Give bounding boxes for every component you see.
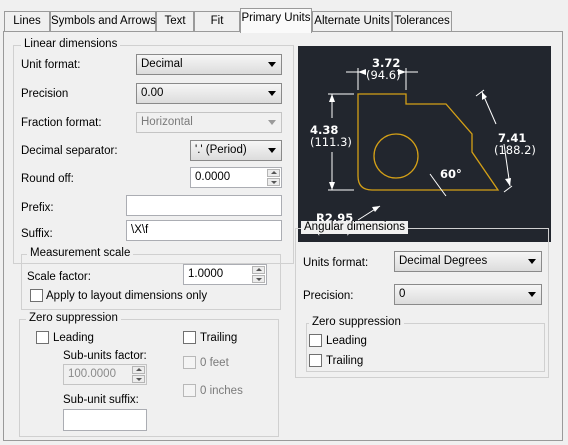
tab-strip: Lines Symbols and Arrows Text Fit Primar… — [0, 0, 568, 33]
tab-alternate-units[interactable]: Alternate Units — [312, 11, 392, 31]
spin-down-icon[interactable] — [252, 275, 265, 283]
prefix-field[interactable] — [126, 195, 282, 216]
tab-fit[interactable]: Fit — [194, 11, 240, 31]
unit-format-value: Decimal — [141, 58, 183, 70]
precision-select[interactable]: 0.00 — [136, 83, 282, 104]
apply-layout-checkbox[interactable] — [30, 289, 43, 302]
decimal-separator-label: Decimal separator: — [21, 145, 118, 157]
preview-dimension-lines — [328, 68, 513, 221]
sub-unit-suffix-label: Sub-unit suffix: — [63, 394, 139, 406]
spin-up-icon[interactable] — [252, 266, 265, 274]
angular-precision-select[interactable]: 0 — [394, 284, 542, 305]
zero-suppression-title: Zero suppression — [26, 312, 121, 325]
suffix-label: Suffix: — [21, 228, 53, 240]
sub-units-factor-label: Sub-units factor: — [63, 350, 147, 362]
sub-units-factor-spinner[interactable] — [132, 366, 145, 383]
preview-drawing: 3.72 (94.6) 4.38 (111.3) 7.41 (188.2) 60… — [310, 56, 536, 237]
angular-trailing-label: Trailing — [326, 355, 364, 367]
spin-down-icon[interactable] — [132, 375, 145, 383]
preview-geometry — [357, 93, 500, 191]
fraction-format-select[interactable]: Horizontal — [136, 112, 282, 133]
zero-feet-label: 0 feet — [200, 357, 229, 369]
units-format-label: Units format: — [303, 257, 369, 269]
angular-leading-checkbox[interactable] — [309, 334, 322, 347]
decimal-separator-value: '.' (Period) — [195, 144, 247, 156]
decimal-separator-select[interactable]: '.' (Period) — [190, 140, 282, 161]
precision-value: 0.00 — [141, 87, 164, 99]
prefix-label: Prefix: — [21, 202, 54, 214]
preview-angle-value: 60° — [440, 167, 462, 181]
tab-symbols-and-arrows[interactable]: Symbols and Arrows — [50, 11, 156, 31]
suffix-field[interactable]: \X\f — [126, 220, 282, 241]
unit-format-label: Unit format: — [21, 59, 81, 71]
leading-checkbox[interactable] — [36, 331, 49, 344]
sub-unit-suffix-field[interactable] — [63, 409, 147, 431]
tab-tolerances[interactable]: Tolerances — [392, 11, 452, 31]
angular-dimensions-title: Angular dimensions — [301, 221, 409, 234]
units-format-value: Decimal Degrees — [399, 255, 488, 267]
chevron-down-icon — [528, 259, 536, 264]
units-format-select[interactable]: Decimal Degrees — [394, 251, 542, 272]
tab-primary-units[interactable]: Primary Units — [240, 8, 312, 33]
measurement-scale-title: Measurement scale — [27, 247, 134, 260]
suffix-value: \X\f — [131, 224, 149, 236]
zero-inches-checkbox[interactable] — [183, 384, 196, 397]
angular-trailing-checkbox[interactable] — [309, 354, 322, 367]
preview-right-alt: (188.2) — [494, 143, 536, 157]
primary-units-page: Linear dimensions Unit format: Decimal P… — [3, 31, 563, 441]
sub-units-factor-field[interactable]: 100.0000 — [63, 364, 147, 385]
preview-labels: 3.72 (94.6) 4.38 (111.3) 7.41 (188.2) 60… — [310, 56, 536, 237]
spin-down-icon[interactable] — [267, 178, 280, 186]
fraction-format-value: Horizontal — [141, 116, 193, 128]
fraction-format-label: Fraction format: — [21, 117, 102, 129]
chevron-down-icon — [268, 148, 276, 153]
linear-dimensions-title: Linear dimensions — [21, 38, 121, 51]
angular-leading-label: Leading — [326, 335, 367, 347]
chevron-down-icon — [268, 120, 276, 125]
round-off-spinner[interactable] — [267, 169, 280, 186]
dimension-preview: 3.72 (94.6) 4.38 (111.3) 7.41 (188.2) 60… — [298, 46, 551, 242]
angular-zero-suppression-title: Zero suppression — [309, 316, 404, 329]
zero-inches-label: 0 inches — [200, 385, 243, 397]
round-off-label: Round off: — [21, 173, 74, 185]
scale-factor-field[interactable]: 1.0000 — [183, 264, 267, 285]
unit-format-select[interactable]: Decimal — [136, 54, 282, 75]
precision-label: Precision — [21, 88, 69, 100]
tab-lines[interactable]: Lines — [4, 11, 50, 31]
leading-label: Leading — [53, 332, 94, 344]
tab-text[interactable]: Text — [156, 11, 194, 31]
chevron-down-icon — [268, 62, 276, 67]
scale-factor-label: Scale factor: — [27, 271, 91, 283]
scale-factor-value: 1.0000 — [188, 268, 224, 280]
preview-left-alt: (111.3) — [310, 135, 352, 149]
trailing-checkbox[interactable] — [183, 331, 196, 344]
apply-layout-label: Apply to layout dimensions only — [46, 290, 208, 302]
chevron-down-icon — [268, 91, 276, 96]
preview-top-alt: (94.6) — [366, 68, 401, 82]
scale-factor-spinner[interactable] — [252, 266, 265, 283]
angular-precision-label: Precision: — [303, 290, 354, 302]
zero-feet-checkbox[interactable] — [183, 356, 196, 369]
sub-units-factor-value: 100.0000 — [68, 368, 116, 380]
round-off-value: 0.0000 — [195, 171, 231, 183]
round-off-field[interactable]: 0.0000 — [190, 167, 282, 188]
spin-up-icon[interactable] — [267, 169, 280, 177]
trailing-label: Trailing — [200, 332, 238, 344]
spin-up-icon[interactable] — [132, 366, 145, 374]
angular-precision-value: 0 — [399, 288, 406, 300]
chevron-down-icon — [528, 292, 536, 297]
